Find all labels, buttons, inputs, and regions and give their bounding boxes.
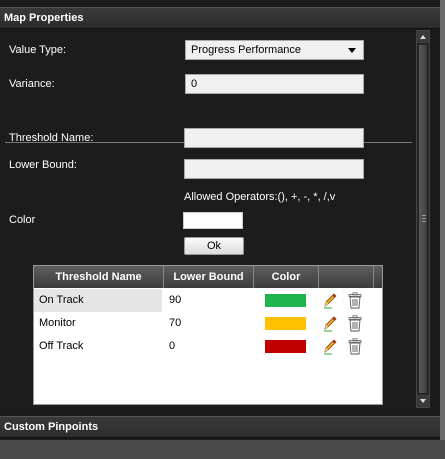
column-header-color[interactable]: Color [254, 266, 319, 288]
ok-button[interactable]: Ok [184, 237, 244, 255]
table-row[interactable]: Off Track 0 [34, 335, 382, 358]
custom-pinpoints-header[interactable]: Custom Pinpoints [0, 416, 440, 438]
color-swatch-cell [265, 317, 306, 330]
panel-footer-strip [0, 440, 445, 459]
threshold-name-cell: On Track [34, 289, 162, 312]
lower-bound-cell: 70 [169, 317, 182, 329]
value-type-label: Value Type: [9, 44, 67, 56]
map-properties-header[interactable]: Map Properties [0, 7, 440, 29]
grid-header: Threshold Name Lower Bound Color [34, 266, 382, 288]
table-row[interactable]: Monitor 70 [34, 312, 382, 335]
color-swatch-cell [265, 294, 306, 307]
custom-pinpoints-title: Custom Pinpoints [4, 421, 99, 433]
scroll-up-arrow-icon[interactable] [417, 31, 429, 43]
column-header-actions [319, 266, 374, 288]
trash-delete-icon[interactable] [347, 292, 363, 309]
table-row[interactable]: On Track 90 [34, 289, 382, 312]
threshold-name-label: Threshold Name: [9, 132, 94, 144]
trash-delete-icon[interactable] [347, 338, 363, 355]
threshold-grid: Threshold Name Lower Bound Color On Trac… [33, 265, 383, 405]
scrollbar-thumb[interactable] [418, 44, 428, 394]
allowed-operators-hint: Allowed Operators:(), +, -, *, /,v [184, 191, 336, 203]
value-type-selected: Progress Performance [191, 44, 302, 56]
column-header-spacer [374, 266, 382, 288]
color-label: Color [9, 214, 36, 226]
lower-bound-input[interactable] [184, 159, 364, 179]
map-properties-title: Map Properties [4, 12, 84, 24]
variance-label: Variance: [9, 78, 55, 90]
color-swatch-cell [265, 340, 306, 353]
pencil-edit-icon[interactable] [322, 315, 338, 332]
lower-bound-label: Lower Bound: [9, 159, 77, 171]
lower-bound-cell: 0 [169, 340, 176, 352]
variance-input[interactable]: 0 [185, 74, 364, 94]
color-picker-swatch[interactable] [183, 212, 243, 229]
lower-bound-cell: 90 [169, 294, 182, 306]
threshold-name-cell: Off Track [39, 340, 84, 352]
pencil-edit-icon[interactable] [322, 292, 338, 309]
vertical-scrollbar[interactable] [416, 30, 430, 408]
pencil-edit-icon[interactable] [322, 338, 338, 355]
column-header-lower-bound[interactable]: Lower Bound [164, 266, 254, 288]
threshold-name-input[interactable] [184, 128, 364, 148]
threshold-name-cell: Monitor [39, 317, 76, 329]
value-type-select[interactable]: Progress Performance [185, 40, 364, 60]
column-header-threshold-name[interactable]: Threshold Name [34, 266, 164, 288]
trash-delete-icon[interactable] [347, 315, 363, 332]
panel-edge [440, 0, 445, 459]
scroll-down-arrow-icon[interactable] [417, 395, 429, 407]
grip-icon [422, 215, 426, 224]
chevron-down-icon [348, 48, 356, 53]
